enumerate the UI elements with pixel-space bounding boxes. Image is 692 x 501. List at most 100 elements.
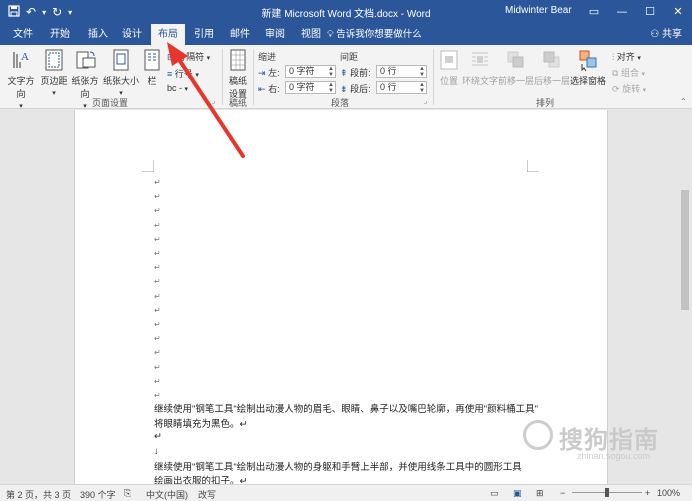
tab-7[interactable]: 审阅 [258,24,292,45]
spacing-after-input[interactable]: 0 行 ▲ ▼ [376,81,427,94]
tab-4[interactable]: 布局 [151,24,185,45]
group-divider [253,49,254,105]
page-setup-group-label: 页面设置 [91,98,128,108]
draft-paper-icon [228,48,248,72]
position-button[interactable]: 位置 [436,48,462,87]
indent-left-value: 0 字符 [289,66,315,76]
breaks-button[interactable]: ⊟ 分隔符 ▾ [167,50,210,63]
paper-size-icon [111,48,131,72]
send-backward-button[interactable]: 后移一层 [534,48,570,87]
undo-icon[interactable]: ↶ [26,5,36,19]
customize-qat-icon[interactable]: ▾ [68,8,72,17]
selection-pane-button[interactable]: 选择窗格 [570,48,606,87]
document-line[interactable]: 继续使用"钢笔工具"绘制出动漫人物的身躯和手臂上半部，并使用线条工具中的圆形工具 [154,459,522,473]
ribbon-display-options-icon[interactable]: ▭ [580,0,608,24]
spinner-arrows-icon[interactable]: ▲ ▼ [328,66,334,78]
text-direction-button[interactable]: A 文字方向 ▾ [4,48,38,110]
paragraph-mark: ↵ [154,192,161,202]
zoom-in-icon[interactable]: + [645,488,650,498]
hyphenation-button[interactable]: bc ‐ ▾ [167,83,188,93]
indent-right-input[interactable]: 0 字符 ▲ ▼ [285,81,336,94]
rotate-label: 旋转 [622,84,641,94]
columns-button[interactable]: 栏 [142,48,162,87]
sogou-watermark: 搜狗指南 zhinan.sogou.com [515,418,687,462]
paragraph-mark: ↵ [154,391,161,400]
tab-1[interactable]: 开始 [43,24,77,45]
document-line[interactable]: ↵ [154,431,162,442]
columns-icon [142,48,162,72]
group-icon: ⧉ [612,68,619,78]
margins-button[interactable]: 页边距 ▾ [40,48,68,97]
tab-2[interactable]: 插入 [81,24,115,45]
overtype-mode[interactable]: 改写 [198,488,216,501]
group-objects-button[interactable]: ⧉ 组合 ▾ [612,66,645,79]
tab-3[interactable]: 设计 [115,24,149,45]
rotate-button[interactable]: ⟳ 旋转 ▾ [612,82,646,95]
document-line[interactable]: 继续使用"钢笔工具"绘制出动漫人物的眉毛、眼睛、鼻子以及嘴巴轮廓，再使用"颜料桶… [154,401,538,415]
group-divider [222,49,223,105]
size-button[interactable]: 纸张大小 ▾ [103,48,139,97]
bring-forward-button[interactable]: 前移一层 [498,48,534,87]
paragraph-mark: ↵ [154,376,161,386]
print-layout-icon[interactable]: ▣ [513,488,522,499]
indent-title: 缩进 [258,52,277,62]
indent-left-icon: ⇥ [258,68,266,78]
group-label: 组合 [620,68,639,78]
tab-0[interactable]: 文件 [6,24,40,45]
document-line[interactable]: 绘画出衣服的扣子。↵ [154,473,247,484]
document-line[interactable]: 将眼睛填充为黑色。↵ [154,416,247,430]
tab-6[interactable]: 邮件 [223,24,257,45]
spinner-arrows-icon[interactable]: ▲ ▼ [419,82,425,94]
spacing-after-icon: ⇟ [340,84,348,94]
spinner-arrows-icon[interactable]: ▲ ▼ [419,66,425,78]
user-name[interactable]: Midwinter Bear [505,5,572,16]
size-label: 纸张大小 [103,76,140,86]
share-label: 共享 [662,29,682,40]
paragraph-mark: ↵ [154,263,161,273]
paragraph-mark: ↵ [154,334,161,344]
paragraph-group-label: 段落 [330,98,349,108]
tab-8[interactable]: 视图 [294,24,328,45]
proofing-icon[interactable]: ⎘ [124,488,131,499]
chevron-down-icon[interactable]: ▾ [42,8,46,17]
scrollbar-thumb[interactable] [681,190,689,310]
indent-right-label: ⇤ 右: [258,82,280,95]
minimize-icon[interactable]: — [608,0,636,24]
collapse-ribbon-icon[interactable]: ⌃ [680,97,687,106]
web-layout-icon[interactable]: ⊞ [536,488,544,499]
paragraph-mark: ↵ [154,348,161,358]
page-count[interactable]: 第 2 页，共 3 页 [6,488,71,501]
wrap-text-icon [470,48,490,72]
text-direction-icon: A [11,48,31,72]
document-line[interactable]: ↓ [154,446,159,457]
share-button[interactable]: ⚇ 共享 [644,26,688,44]
redo-icon[interactable]: ↻ [52,5,62,19]
close-icon[interactable]: ✕ [664,0,692,24]
spacing-before-input[interactable]: 0 行 ▲ ▼ [376,65,427,78]
wrap-text-button[interactable]: 环绕文字 [462,48,498,87]
maximize-icon[interactable]: ☐ [636,0,664,24]
word-count[interactable]: 390 个字 [80,488,116,501]
dialog-launcher-icon[interactable]: ⌟ [212,97,215,105]
zoom-level[interactable]: 100% [657,488,680,498]
language[interactable]: 中文(中国) [146,488,188,501]
align-button[interactable]: ⫶ 对齐 ▾ [612,50,641,63]
tell-me-box[interactable]: 💡︎ 告诉我你想要做什么 [327,24,422,45]
margins-icon [44,48,64,72]
spinner-arrows-icon[interactable]: ▲ ▼ [328,82,334,94]
tab-5[interactable]: 引用 [187,24,221,45]
rotate-icon: ⟳ [612,84,620,94]
line-numbers-button[interactable]: ≡ 行号 ▾ [167,67,199,80]
line-numbers-icon: ≡ [167,69,173,79]
save-icon[interactable] [8,4,20,20]
align-label: 对齐 [616,52,635,62]
margins-label: 页边距 [40,76,68,86]
draft-settings-button[interactable]: 稿纸 设置 [225,48,251,100]
zoom-out-icon[interactable]: − [560,488,565,498]
indent-left-input[interactable]: 0 字符 ▲ ▼ [285,65,336,78]
bring-forward-label: 前移一层 [498,76,535,86]
zoom-slider-thumb[interactable] [605,488,609,497]
dialog-launcher-icon[interactable]: ⌟ [424,97,427,105]
read-mode-icon[interactable]: ▭ [490,488,499,499]
position-label: 位置 [439,76,458,86]
